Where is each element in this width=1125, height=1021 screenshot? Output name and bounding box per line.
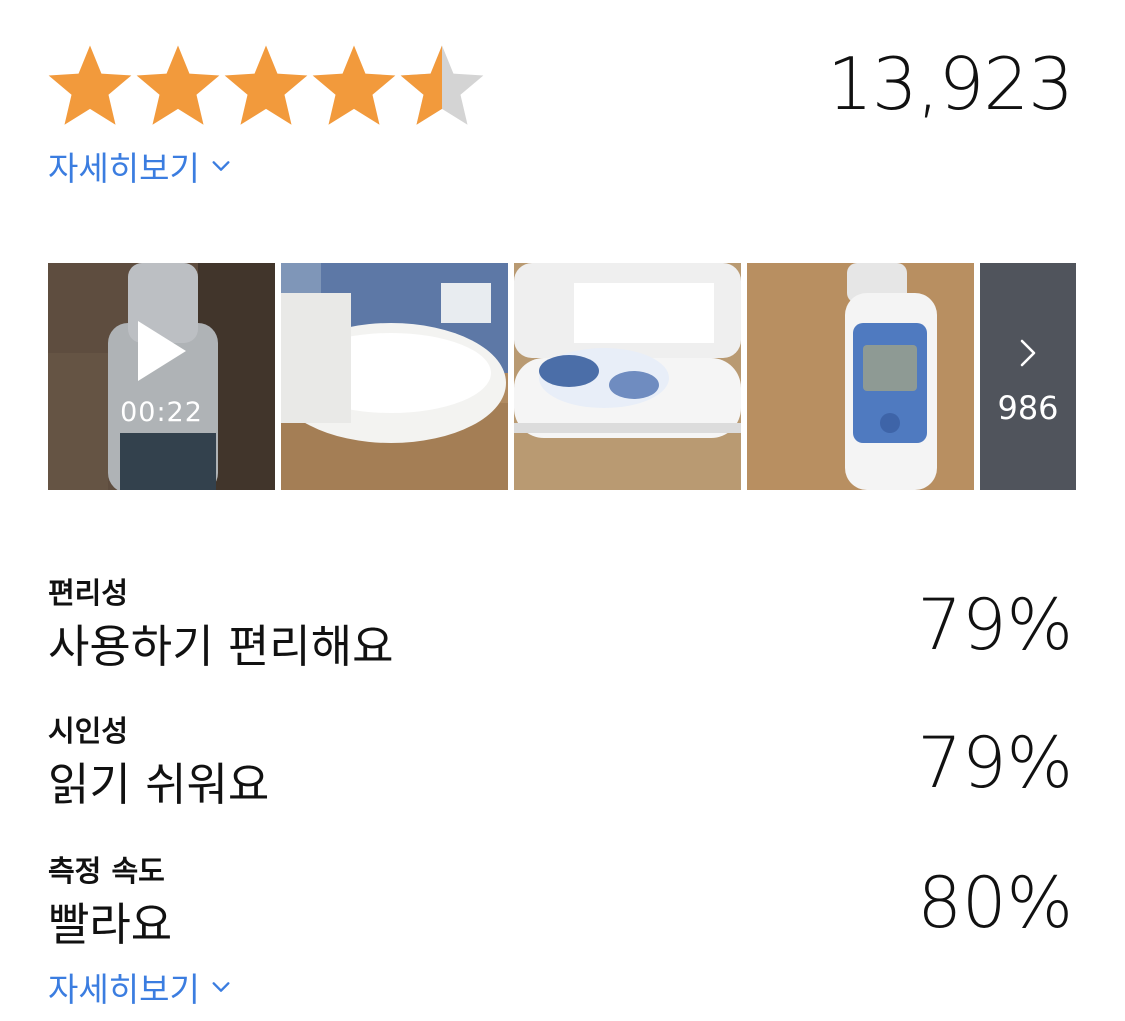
review-photo-image — [747, 263, 974, 490]
more-photos-button[interactable]: 986 — [980, 263, 1076, 490]
review-photo-thumbnail[interactable] — [281, 263, 508, 490]
attribute-rating-speed: 측정 속도 빨라요 80% — [48, 848, 1073, 968]
star-icon-full — [136, 45, 220, 125]
review-photo-image — [514, 263, 741, 490]
video-duration: 00:22 — [120, 397, 203, 428]
review-photo-thumbnail[interactable] — [514, 263, 741, 490]
review-photo-strip: 00:22 986 — [48, 263, 1076, 490]
attribute-rating-convenience: 편리성 사용하기 편리해요 79% — [48, 570, 1073, 690]
attribute-label: 편리성 — [48, 576, 129, 610]
attribute-label: 시인성 — [48, 714, 129, 748]
review-photo-thumbnail[interactable] — [747, 263, 974, 490]
review-photo-image — [281, 263, 508, 490]
play-icon — [138, 321, 186, 381]
star-rating — [46, 42, 486, 130]
star-icon-full — [224, 45, 308, 125]
star-icon-full — [48, 45, 132, 125]
more-photos-count: 986 — [997, 389, 1059, 427]
video-overlay: 00:22 — [48, 263, 275, 490]
attribute-value: 읽기 쉬워요 — [48, 758, 270, 811]
attribute-value: 빨라요 — [48, 898, 173, 951]
attribute-value: 사용하기 편리해요 — [48, 620, 394, 673]
chevron-down-icon — [212, 982, 230, 992]
attribute-details-link[interactable]: 자세히보기 — [48, 963, 232, 1011]
attribute-label: 측정 속도 — [48, 854, 165, 888]
attribute-rating-visibility: 시인성 읽기 쉬워요 79% — [48, 708, 1073, 828]
attribute-percent: 79% — [917, 722, 1073, 804]
details-link-label: 자세히보기 — [48, 149, 200, 188]
review-count: 13,923 — [827, 42, 1074, 126]
attribute-percent: 79% — [917, 584, 1073, 666]
chevron-down-icon — [212, 161, 230, 171]
review-video-thumbnail[interactable]: 00:22 — [48, 263, 275, 490]
attribute-percent: 80% — [917, 862, 1073, 944]
chevron-right-icon — [1020, 339, 1036, 367]
details-link-label: 자세히보기 — [48, 970, 200, 1009]
rating-details-link[interactable]: 자세히보기 — [48, 142, 232, 190]
star-icon-full — [312, 45, 396, 125]
star-icon-half — [400, 45, 484, 125]
